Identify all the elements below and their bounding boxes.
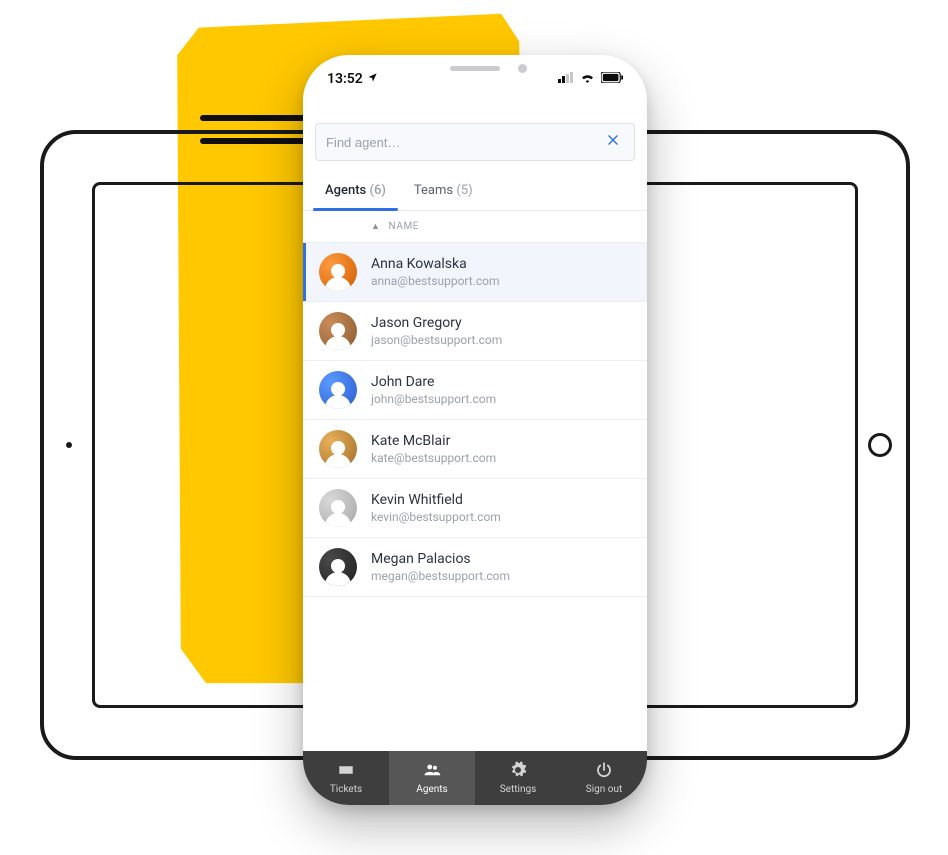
tablet-camera-dot <box>66 442 72 448</box>
gear-icon <box>509 761 527 782</box>
avatar <box>319 548 357 586</box>
agent-name: Kevin Whitfield <box>371 492 501 508</box>
phone-frame: 13:52 <box>303 55 647 805</box>
sort-asc-icon: ▲ <box>371 221 381 232</box>
agent-email: kevin@bestsupport.com <box>371 510 501 524</box>
tab-count: (6) <box>369 183 385 198</box>
agent-email: kate@bestsupport.com <box>371 451 496 465</box>
battery-icon <box>601 71 623 87</box>
search-input-wrapper[interactable] <box>315 123 635 161</box>
front-camera-icon <box>518 64 527 73</box>
tab-label: Teams <box>414 183 453 198</box>
nav-tickets[interactable]: Tickets <box>303 751 389 805</box>
agent-name: Jason Gregory <box>371 315 502 331</box>
list-item[interactable]: Jason Gregory jason@bestsupport.com <box>303 302 647 361</box>
agent-email: megan@bestsupport.com <box>371 569 510 583</box>
agent-email: john@bestsupport.com <box>371 392 496 406</box>
nav-label: Agents <box>416 784 447 795</box>
status-time: 13:52 <box>327 71 363 87</box>
cell-signal-icon <box>558 71 574 87</box>
list-item[interactable]: John Dare john@bestsupport.com <box>303 361 647 420</box>
list-item[interactable]: Kate McBlair kate@bestsupport.com <box>303 420 647 479</box>
agent-name: John Dare <box>371 374 496 390</box>
speaker-icon <box>450 66 500 71</box>
agent-name: Kate McBlair <box>371 433 496 449</box>
agents-icon <box>423 761 441 782</box>
agent-email: anna@bestsupport.com <box>371 274 500 288</box>
phone-notch <box>395 55 555 81</box>
list-item[interactable]: Kevin Whitfield kevin@bestsupport.com <box>303 479 647 538</box>
nav-label: Settings <box>500 784 537 795</box>
column-header[interactable]: ▲ NAME <box>303 211 647 243</box>
list-item[interactable]: Megan Palacios megan@bestsupport.com <box>303 538 647 597</box>
nav-sign-out[interactable]: Sign out <box>561 751 647 805</box>
clear-search-icon[interactable] <box>602 129 624 155</box>
list-item[interactable]: Anna Kowalska anna@bestsupport.com <box>303 243 647 302</box>
tab-agents[interactable]: Agents (6) <box>311 173 400 210</box>
avatar <box>319 371 357 409</box>
nav-label: Sign out <box>586 784 622 795</box>
tab-label: Agents <box>325 183 366 198</box>
nav-label: Tickets <box>330 784 362 795</box>
avatar <box>319 430 357 468</box>
tabs: Agents (6) Teams (5) <box>303 173 647 211</box>
tab-count: (5) <box>456 183 472 198</box>
phone-screen: 13:52 <box>303 55 647 805</box>
agent-name: Megan Palacios <box>371 551 510 567</box>
avatar <box>319 253 357 291</box>
location-arrow-icon <box>367 71 378 87</box>
ticket-icon <box>337 761 355 782</box>
tablet-home-icon <box>868 433 892 457</box>
power-icon <box>595 761 613 782</box>
avatar <box>319 312 357 350</box>
search-input[interactable] <box>326 135 602 150</box>
wifi-icon <box>580 71 595 87</box>
avatar <box>319 489 357 527</box>
agents-list[interactable]: Anna Kowalska anna@bestsupport.com Jason… <box>303 243 647 751</box>
column-name-label: NAME <box>389 221 420 232</box>
agent-email: jason@bestsupport.com <box>371 333 502 347</box>
tab-teams[interactable]: Teams (5) <box>400 173 487 210</box>
agent-name: Anna Kowalska <box>371 256 500 272</box>
